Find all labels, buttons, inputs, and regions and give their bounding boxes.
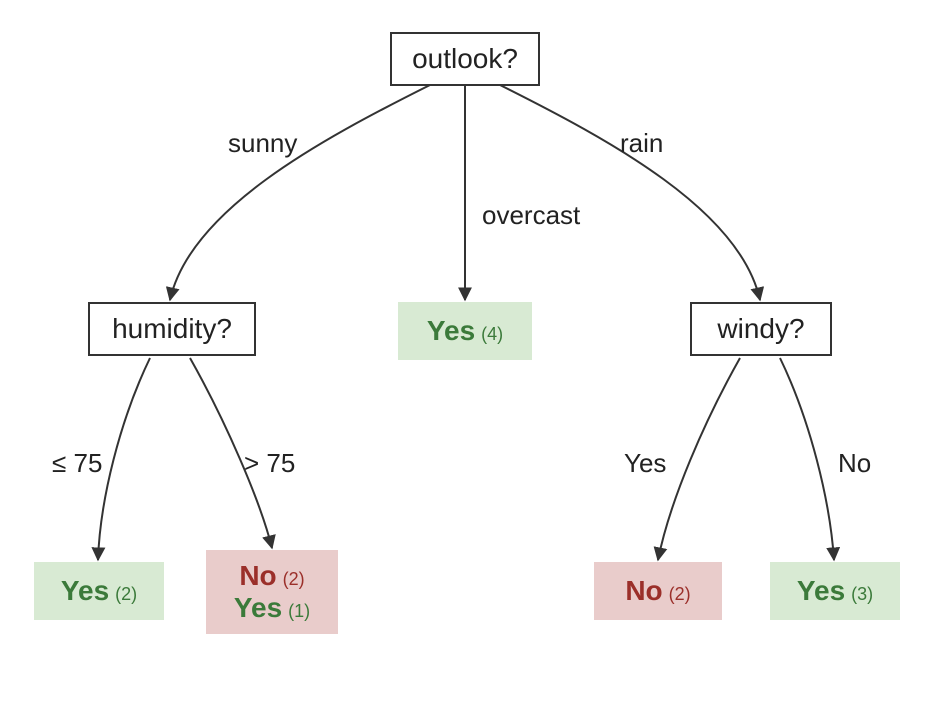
edge-label-le75: ≤ 75	[52, 448, 102, 479]
leaf-overcast-yes-count: (4)	[481, 324, 503, 345]
leaf-windy-no-yes-value: Yes	[797, 575, 845, 607]
node-windy-label: windy?	[717, 313, 804, 345]
node-humidity-label: humidity?	[112, 313, 232, 345]
leaf-overcast-yes: Yes (4)	[398, 302, 532, 360]
leaf-windy-no-yes: Yes (3)	[770, 562, 900, 620]
leaf-overcast-yes-value: Yes	[427, 315, 475, 347]
leaf-windy-no-yes-count: (3)	[851, 584, 873, 605]
edge-label-windy-yes: Yes	[624, 448, 666, 479]
leaf-hum-le75-value: Yes	[61, 575, 109, 607]
edge-label-sunny: sunny	[228, 128, 297, 159]
leaf-hum-gt75-yes-value: Yes	[234, 592, 282, 624]
edge-label-overcast: overcast	[482, 200, 580, 231]
leaf-hum-le75-count: (2)	[115, 584, 137, 605]
edge-label-rain: rain	[620, 128, 663, 159]
node-windy: windy?	[690, 302, 832, 356]
leaf-hum-gt75-no-count: (2)	[283, 569, 305, 590]
leaf-humidity-gt75-mix: No (2) Yes (1)	[206, 550, 338, 634]
node-outlook-label: outlook?	[412, 43, 518, 75]
node-humidity: humidity?	[88, 302, 256, 356]
leaf-windy-yes-no-value: No	[625, 575, 662, 607]
leaf-hum-gt75-yes-count: (1)	[288, 601, 310, 622]
leaf-windy-yes-no: No (2)	[594, 562, 722, 620]
leaf-windy-yes-no-count: (2)	[669, 584, 691, 605]
edge-label-windy-no: No	[838, 448, 871, 479]
decision-tree-diagram: outlook? humidity? windy? Yes (4) Yes (2…	[0, 0, 938, 704]
leaf-humidity-le75-yes: Yes (2)	[34, 562, 164, 620]
edge-label-gt75: > 75	[244, 448, 295, 479]
node-outlook: outlook?	[390, 32, 540, 86]
leaf-hum-gt75-no-value: No	[239, 560, 276, 592]
